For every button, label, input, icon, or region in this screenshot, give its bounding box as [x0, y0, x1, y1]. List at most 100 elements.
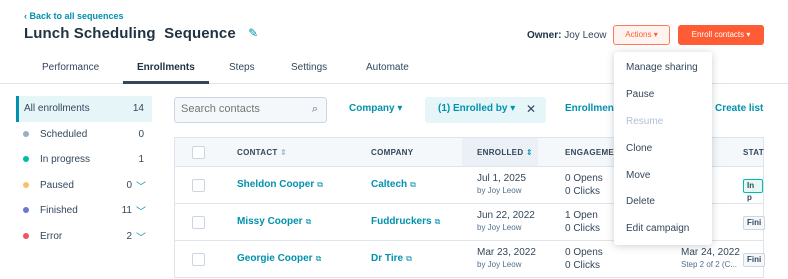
chevron-down-icon[interactable]: ﹀ — [136, 178, 146, 193]
sidebar-item-label: Scheduled — [40, 128, 88, 140]
enrolled-by-filter-chip[interactable]: (1) Enrolled by ▾ ✕ — [425, 97, 546, 123]
company-name[interactable]: Caltech — [371, 179, 407, 190]
back-link-label[interactable]: Back to all sequences — [30, 11, 124, 21]
opens-count: 0 Opens — [565, 173, 603, 184]
contact-name[interactable]: Georgie Cooper — [237, 253, 313, 264]
close-icon[interactable]: ✕ — [526, 102, 536, 116]
enrolled-by-filter-label[interactable]: (1) Enrolled by ▾ — [438, 103, 515, 114]
opens-count: 1 Open — [565, 210, 598, 221]
search-icon[interactable]: ⌕ — [312, 103, 318, 116]
clicks-count: 0 Clicks — [565, 223, 601, 234]
column-header-contact[interactable]: CONTACT ⇕ — [237, 148, 287, 157]
external-link-icon[interactable]: ⧉ — [435, 217, 441, 226]
menu-item-delete[interactable]: Delete — [626, 196, 655, 207]
enrolled-by: by Joy Leow — [477, 186, 522, 195]
enrolled-date: Jul 1, 2025 — [477, 173, 526, 184]
sidebar-item-paused[interactable]: Paused 0 ﹀ — [16, 173, 152, 199]
enrolled-by: by Joy Leow — [477, 260, 522, 269]
status-badge: Fini — [743, 253, 766, 267]
enrollment-filter-dropdown[interactable]: Enrollmen — [565, 103, 614, 114]
tab-automate[interactable]: Automate — [366, 62, 409, 73]
clicks-count: 0 Clicks — [565, 186, 601, 197]
menu-item-manage-sharing[interactable]: Manage sharing — [626, 62, 698, 73]
company-name[interactable]: Fuddruckers — [371, 216, 432, 227]
sidebar-item-all-enrollments[interactable]: All enrollments 14 — [16, 96, 152, 122]
sidebar-item-error[interactable]: Error 2 ﹀ — [16, 224, 152, 250]
create-list-link[interactable]: Create list — [715, 103, 763, 114]
sidebar-item-count: 2 — [126, 230, 132, 242]
contact-link[interactable]: Sheldon Cooper ⧉ — [237, 179, 323, 190]
status-dot-icon — [23, 232, 29, 239]
status-badge: Fini — [743, 216, 766, 230]
tab-enrollments[interactable]: Enrollments — [137, 62, 195, 73]
contact-link[interactable]: Missy Cooper ⧉ — [237, 216, 311, 227]
menu-item-edit-campaign[interactable]: Edit campaign — [626, 223, 689, 234]
column-header-company[interactable]: COMPANY — [371, 148, 413, 157]
column-header-enrolled[interactable]: ENROLLED ⇕ — [477, 148, 533, 157]
enrolled-date: Jun 22, 2022 — [477, 210, 535, 221]
sidebar-item-label: Paused — [40, 179, 74, 191]
status-dot-icon — [23, 181, 29, 188]
column-header-engagement[interactable]: ENGAGEMEN — [565, 148, 620, 157]
company-name[interactable]: Dr Tire — [371, 253, 403, 264]
actions-dropdown-menu: Manage sharing Pause Resume Clone Move D… — [614, 52, 712, 245]
title-part-2: Sequence — [164, 25, 236, 42]
external-link-icon[interactable]: ⧉ — [406, 254, 412, 263]
company-link[interactable]: Fuddruckers ⧉ — [371, 216, 440, 227]
select-all-checkbox[interactable] — [192, 146, 205, 159]
row-checkbox[interactable] — [192, 216, 205, 229]
search-input[interactable] — [181, 103, 301, 115]
sort-icon[interactable]: ⇕ — [280, 148, 287, 157]
row-checkbox[interactable] — [192, 179, 205, 192]
row-checkbox[interactable] — [192, 253, 205, 266]
enrolled-by: by Joy Leow — [477, 223, 522, 232]
status-badge: In p — [743, 179, 763, 202]
status-dot-icon — [23, 207, 29, 213]
status-dot-icon — [23, 156, 29, 162]
contact-name[interactable]: Missy Cooper — [237, 216, 303, 227]
sidebar-item-label: Finished — [40, 205, 78, 216]
sort-icon[interactable]: ⇕ — [526, 148, 533, 157]
tab-settings[interactable]: Settings — [291, 62, 327, 73]
actions-button[interactable]: Actions ▾ — [613, 25, 670, 45]
pencil-icon[interactable]: ✎ — [248, 26, 258, 40]
tab-performance[interactable]: Performance — [42, 62, 99, 73]
opens-count: 0 Opens — [565, 247, 603, 258]
menu-item-move[interactable]: Move — [626, 170, 650, 181]
menu-item-pause[interactable]: Pause — [626, 89, 654, 100]
enroll-contacts-button[interactable]: Enroll contacts ▾ — [678, 25, 764, 45]
sidebar-item-count: 1 — [138, 154, 144, 165]
sidebar-item-scheduled[interactable]: Scheduled 0 — [16, 122, 152, 148]
contact-link[interactable]: Georgie Cooper ⧉ — [237, 253, 321, 264]
company-link[interactable]: Caltech ⧉ — [371, 179, 416, 190]
sidebar-item-in-progress[interactable]: In progress 1 — [16, 147, 152, 173]
status-dot-icon — [23, 130, 29, 137]
company-filter-dropdown[interactable]: Company ▾ — [349, 103, 402, 114]
menu-item-clone[interactable]: Clone — [626, 143, 652, 154]
column-header-label: CONTACT — [237, 148, 278, 157]
chevron-down-icon[interactable]: ﹀ — [136, 229, 146, 244]
tab-steps[interactable]: Steps — [229, 62, 255, 73]
external-link-icon[interactable]: ⧉ — [317, 180, 323, 189]
column-header-status[interactable]: STAT — [743, 148, 764, 157]
chevron-down-icon[interactable]: ﹀ — [136, 203, 146, 218]
page-title: Lunch Scheduling Sequence ✎ — [24, 25, 258, 42]
enrollment-status-sidebar: All enrollments 14 Scheduled 0 In progre… — [16, 96, 152, 249]
owner-label: Owner: — [527, 30, 562, 41]
sidebar-item-label: Error — [40, 230, 63, 242]
company-link[interactable]: Dr Tire ⧉ — [371, 253, 412, 264]
sidebar-item-label: All enrollments — [24, 103, 90, 114]
last-step-info: Step 2 of 2 (C... — [681, 260, 738, 269]
menu-item-resume: Resume — [626, 116, 664, 127]
enrolled-date: Mar 23, 2022 — [477, 247, 536, 258]
back-to-sequences-link[interactable]: ‹ Back to all sequences — [24, 11, 124, 21]
sidebar-item-finished[interactable]: Finished 11 ﹀ — [16, 198, 152, 224]
sidebar-item-count: 0 — [126, 179, 132, 191]
external-link-icon[interactable]: ⧉ — [410, 180, 416, 189]
clicks-count: 0 Clicks — [565, 260, 601, 271]
owner-name: Joy Leow — [564, 30, 607, 41]
sidebar-item-count: 0 — [138, 128, 144, 140]
contact-name[interactable]: Sheldon Cooper — [237, 179, 314, 190]
external-link-icon[interactable]: ⧉ — [306, 217, 312, 226]
external-link-icon[interactable]: ⧉ — [316, 254, 322, 263]
